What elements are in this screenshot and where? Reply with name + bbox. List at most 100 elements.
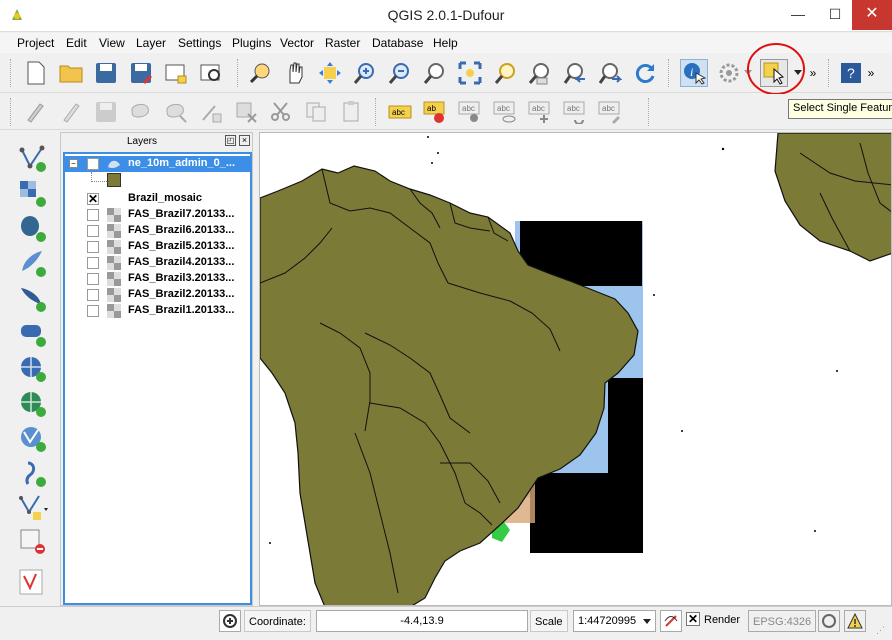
refresh-icon[interactable] — [631, 59, 659, 87]
stop-render-icon[interactable] — [660, 610, 682, 632]
add-wms-layer-icon[interactable] — [18, 354, 48, 384]
change-label-icon[interactable]: abc — [596, 98, 624, 126]
layer-checkbox[interactable] — [87, 225, 99, 237]
toolbar-handle[interactable] — [10, 98, 14, 126]
layer-item[interactable]: − ✕ ne_10m_admin_0_... — [65, 156, 250, 172]
layer-diagram-icon[interactable]: ab — [421, 98, 449, 126]
current-edits-icon[interactable] — [22, 98, 50, 126]
zoom-last-icon[interactable] — [561, 59, 589, 87]
pin-labels-icon[interactable]: abc — [456, 98, 484, 126]
layer-checkbox[interactable] — [87, 305, 99, 317]
add-spatialite-layer-icon[interactable] — [18, 249, 48, 279]
toggle-editing-icon[interactable] — [57, 98, 85, 126]
save-project-icon[interactable] — [92, 59, 120, 87]
composer-manager-icon[interactable] — [197, 59, 225, 87]
layer-item[interactable]: FAS_Brazil1.20133... — [65, 303, 250, 319]
layer-checkbox[interactable]: ✕ — [87, 158, 99, 170]
menu-database[interactable]: Database — [372, 36, 423, 50]
zoom-to-selection-icon[interactable] — [526, 59, 554, 87]
layer-checkbox[interactable] — [87, 273, 99, 285]
layer-item[interactable]: FAS_Brazil4.20133... — [65, 255, 250, 271]
menu-vector[interactable]: Vector — [280, 36, 314, 50]
collapse-icon[interactable]: − — [69, 159, 78, 168]
new-print-composer-icon[interactable] — [162, 59, 190, 87]
render-checkbox[interactable]: ✕ — [686, 612, 700, 626]
save-edits-icon[interactable] — [92, 98, 120, 126]
layer-item[interactable]: ✕ Brazil_mosaic — [65, 191, 250, 207]
coordinate-field[interactable]: -4.4,13.9 — [316, 610, 528, 632]
messages-warning-icon[interactable] — [844, 610, 866, 632]
float-panel-icon[interactable]: ◰ — [225, 135, 236, 146]
run-feature-action-icon[interactable] — [715, 59, 743, 87]
node-tool-icon[interactable] — [197, 98, 225, 126]
layer-checkbox[interactable]: ✕ — [87, 193, 99, 205]
layer-item[interactable]: FAS_Brazil3.20133... — [65, 271, 250, 287]
layer-item[interactable]: FAS_Brazil7.20133... — [65, 207, 250, 223]
pan-to-selection-icon[interactable] — [316, 59, 344, 87]
add-wcs-layer-icon[interactable] — [18, 389, 48, 419]
copy-features-icon[interactable] — [302, 98, 330, 126]
layer-item[interactable]: FAS_Brazil5.20133... — [65, 239, 250, 255]
show-hide-labels-icon[interactable]: abc — [491, 98, 519, 126]
minimize-button[interactable]: — — [778, 0, 818, 30]
close-panel-icon[interactable]: × — [239, 135, 250, 146]
zoom-native-resolution-icon[interactable] — [421, 59, 449, 87]
menu-help[interactable]: Help — [433, 36, 458, 50]
add-wfs-layer-icon[interactable] — [18, 424, 48, 454]
resize-grip-icon[interactable]: ⋰ — [876, 625, 888, 637]
cut-features-icon[interactable] — [267, 98, 295, 126]
pan-map-icon[interactable] — [281, 59, 309, 87]
layer-checkbox[interactable] — [87, 209, 99, 221]
crs-globe-icon[interactable] — [818, 610, 840, 632]
delete-selected-icon[interactable] — [232, 98, 260, 126]
add-feature-icon[interactable] — [127, 98, 155, 126]
save-as-icon[interactable] — [127, 59, 155, 87]
help-icon[interactable]: ? — [837, 59, 865, 87]
add-mssql-layer-icon[interactable] — [18, 284, 48, 314]
maximize-button[interactable]: ☐ — [818, 0, 852, 30]
menu-plugins[interactable]: Plugins — [232, 36, 271, 50]
zoom-out-icon[interactable] — [386, 59, 414, 87]
add-gpx-layer-icon[interactable] — [18, 568, 48, 598]
layer-labeling-icon[interactable]: abc — [386, 98, 414, 126]
add-raster-layer-icon[interactable] — [18, 179, 48, 209]
layer-item[interactable]: FAS_Brazil6.20133... — [65, 223, 250, 239]
move-label-icon[interactable]: abc — [526, 98, 554, 126]
touch-zoom-icon[interactable] — [246, 59, 274, 87]
add-oracle-layer-icon[interactable] — [18, 319, 48, 349]
rotate-label-icon[interactable]: abc — [561, 98, 589, 126]
add-postgis-layer-icon[interactable] — [18, 214, 48, 244]
open-project-icon[interactable] — [57, 59, 85, 87]
zoom-next-icon[interactable] — [596, 59, 624, 87]
new-project-icon[interactable] — [22, 59, 50, 87]
menu-project[interactable]: Project — [17, 36, 54, 50]
add-delimited-text-layer-icon[interactable] — [18, 459, 48, 489]
layer-checkbox[interactable] — [87, 289, 99, 301]
zoom-in-icon[interactable] — [351, 59, 379, 87]
map-canvas[interactable] — [259, 132, 892, 606]
menu-view[interactable]: View — [99, 36, 125, 50]
symbol-swatch[interactable] — [107, 173, 121, 187]
layer-item[interactable]: FAS_Brazil2.20133... — [65, 287, 250, 303]
toggle-extents-icon[interactable] — [219, 610, 241, 632]
menu-edit[interactable]: Edit — [66, 36, 87, 50]
menu-layer[interactable]: Layer — [136, 36, 166, 50]
new-shapefile-layer-icon[interactable] — [18, 492, 48, 522]
remove-layer-icon[interactable] — [18, 527, 48, 557]
paste-features-icon[interactable] — [337, 98, 365, 126]
add-vector-layer-icon[interactable] — [18, 144, 48, 174]
menu-settings[interactable]: Settings — [178, 36, 221, 50]
scale-combobox[interactable]: 1:44720995 — [573, 610, 656, 632]
toolbar-handle[interactable] — [10, 59, 14, 87]
zoom-to-layer-icon[interactable] — [491, 59, 519, 87]
zoom-full-icon[interactable] — [456, 59, 484, 87]
layer-checkbox[interactable] — [87, 257, 99, 269]
layer-checkbox[interactable] — [87, 241, 99, 253]
crs-status-button[interactable]: EPSG:4326 — [748, 610, 817, 632]
close-button[interactable]: ✕ — [852, 0, 892, 30]
toolbar-overflow-icon[interactable]: » — [806, 59, 820, 87]
menu-raster[interactable]: Raster — [325, 36, 360, 50]
toolbar-overflow-icon[interactable]: » — [864, 59, 878, 87]
identify-features-icon[interactable]: i — [680, 59, 708, 87]
move-feature-icon[interactable] — [162, 98, 190, 126]
